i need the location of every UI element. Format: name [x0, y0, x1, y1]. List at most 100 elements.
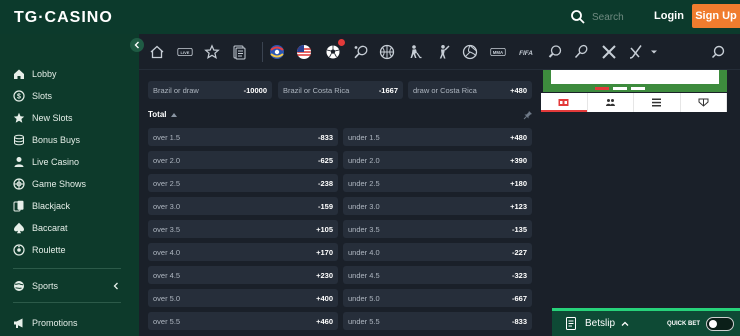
quick-bet-label: QUICK BET — [667, 320, 701, 327]
sidebar-item-live-casino[interactable]: Live Casino — [13, 154, 79, 170]
nav-basketball-icon[interactable] — [379, 44, 395, 60]
odds-button[interactable]: over 4.0 +170 — [148, 243, 338, 261]
search-box[interactable]: Search — [570, 9, 624, 25]
table-tennis-icon — [548, 45, 562, 58]
outcome-label: under 5.5 — [348, 316, 380, 326]
home-icon — [150, 45, 164, 59]
caret-down-icon — [651, 50, 657, 54]
tab-h2h[interactable] — [681, 93, 727, 112]
search-icon — [711, 45, 725, 59]
sidebar-item-label: Game Shows — [32, 179, 87, 189]
nav-fifa-icon[interactable]: FIFA — [516, 44, 536, 60]
nav-search-icon[interactable] — [710, 44, 726, 60]
tab-scoreboard[interactable] — [541, 93, 588, 112]
site-logo[interactable]: TG·CASINO — [14, 9, 113, 27]
basketball-icon — [379, 44, 395, 60]
fifa-label: FIFA — [519, 50, 533, 57]
odds-button[interactable]: under 5.0 -667 — [343, 289, 532, 307]
chevron-left-icon[interactable] — [112, 282, 120, 290]
outcome-label: over 4.5 — [153, 270, 181, 280]
cards-icon — [13, 200, 24, 212]
nav-mma-icon[interactable]: MMA — [487, 44, 509, 60]
nav-euro-icon[interactable] — [269, 44, 285, 60]
market-header-total[interactable]: Total — [148, 110, 177, 119]
usa-flag-icon — [297, 45, 311, 59]
sidebar-item-label: Bonus Buys — [32, 135, 81, 145]
nav-esports-icon[interactable] — [601, 44, 617, 60]
odds-button[interactable]: over 4.5 +230 — [148, 266, 338, 284]
markets-panel: Brazil or draw -10000 Brazil or Costa Ri… — [139, 70, 540, 336]
tracker-tabs — [541, 93, 727, 112]
tennis-racket-icon — [354, 45, 368, 59]
nav-favorites-icon[interactable] — [204, 44, 220, 60]
nav-tennis-icon[interactable] — [353, 44, 369, 60]
sidebar-item-lobby[interactable]: Lobby — [13, 66, 57, 82]
sidebar-item-roulette[interactable]: Roulette — [13, 242, 66, 258]
odds-button[interactable]: over 2.0 -625 — [148, 151, 338, 169]
odds-button[interactable]: over 5.0 +400 — [148, 289, 338, 307]
sidebar-item-blackjack[interactable]: Blackjack — [13, 198, 70, 214]
nav-live-icon[interactable]: LIVE — [175, 44, 195, 60]
nav-usa-icon[interactable] — [296, 44, 312, 60]
nav-betslip-list-icon[interactable] — [231, 44, 247, 60]
odds-value: +390 — [510, 155, 527, 165]
sidebar-collapse-button[interactable] — [130, 38, 144, 52]
sidebar-item-new-slots[interactable]: New Slots — [13, 110, 73, 126]
odds-value: -1667 — [378, 85, 398, 95]
nav-ice-hockey-icon[interactable] — [407, 44, 423, 60]
outcome-label: over 4.0 — [153, 247, 181, 257]
outcome-label: over 3.5 — [153, 224, 181, 234]
odds-value: +123 — [510, 201, 527, 211]
search-icon[interactable] — [570, 9, 586, 25]
signup-button[interactable]: Sign Up — [692, 4, 740, 28]
login-button[interactable]: Login — [654, 10, 684, 22]
tab-stats[interactable] — [634, 93, 681, 112]
sidebar-item-sports[interactable]: Sports — [13, 278, 58, 294]
odds-value: -833 — [511, 316, 527, 326]
nav-table-tennis-icon[interactable] — [547, 44, 563, 60]
nav-more-dropdown[interactable] — [649, 44, 659, 60]
outcome-label: over 1.5 — [153, 132, 181, 142]
odds-button[interactable]: under 3.0 +123 — [343, 197, 532, 215]
nav-cricket-icon[interactable] — [435, 44, 451, 60]
quick-bet-toggle[interactable] — [706, 316, 735, 331]
odds-button[interactable]: under 1.5 +480 — [343, 128, 532, 146]
odds-button[interactable]: under 4.5 -323 — [343, 266, 532, 284]
sidebar-item-game-shows[interactable]: Game Shows — [13, 176, 86, 192]
h2h-icon — [698, 98, 709, 107]
odds-button[interactable]: under 2.5 +180 — [343, 174, 532, 192]
nav-soccer-icon[interactable] — [325, 44, 341, 60]
odds-button[interactable]: over 5.5 +460 — [148, 312, 338, 330]
odds-value: +480 — [510, 132, 527, 142]
odds-button[interactable]: over 2.5 -238 — [148, 174, 338, 192]
nav-home-icon[interactable] — [149, 44, 165, 60]
odds-button[interactable]: over 3.0 -159 — [148, 197, 338, 215]
nav-badminton-icon[interactable] — [573, 44, 589, 60]
outcome-label: under 4.0 — [348, 247, 380, 257]
odds-button[interactable]: Brazil or draw -10000 — [148, 81, 272, 99]
betslip-bar[interactable]: Betslip QUICK BET — [552, 308, 740, 336]
odds-button[interactable]: Brazil or Costa Rica -1667 — [278, 81, 403, 99]
odds-value: -833 — [317, 132, 333, 142]
nav-volleyball-icon[interactable] — [462, 44, 478, 60]
soccer-ball-icon — [326, 45, 340, 59]
odds-button[interactable]: under 5.5 -833 — [343, 312, 532, 330]
odds-button[interactable]: over 1.5 -833 — [148, 128, 338, 146]
spade-icon — [14, 222, 24, 234]
odds-button[interactable]: under 3.5 -135 — [343, 220, 532, 238]
sidebar-item-baccarat[interactable]: Baccarat — [13, 220, 68, 236]
pitch-graphic — [543, 70, 727, 92]
tab-lineup[interactable] — [588, 93, 634, 112]
sidebar-item-bonus-buys[interactable]: Bonus Buys — [13, 132, 80, 148]
sidebar-item-promotions[interactable]: Promotions — [13, 315, 78, 331]
pin-icon[interactable] — [523, 110, 533, 120]
outcome-label: over 5.5 — [153, 316, 181, 326]
odds-button[interactable]: draw or Costa Rica +480 — [408, 81, 532, 99]
sidebar-item-slots[interactable]: $ Slots — [13, 88, 52, 104]
nav-hockey-stick-icon[interactable] — [628, 44, 644, 60]
person-icon — [14, 157, 24, 167]
odds-button[interactable]: under 2.0 +390 — [343, 151, 532, 169]
odds-button[interactable]: under 4.0 -227 — [343, 243, 532, 261]
search-placeholder[interactable]: Search — [592, 12, 624, 23]
odds-button[interactable]: over 3.5 +105 — [148, 220, 338, 238]
